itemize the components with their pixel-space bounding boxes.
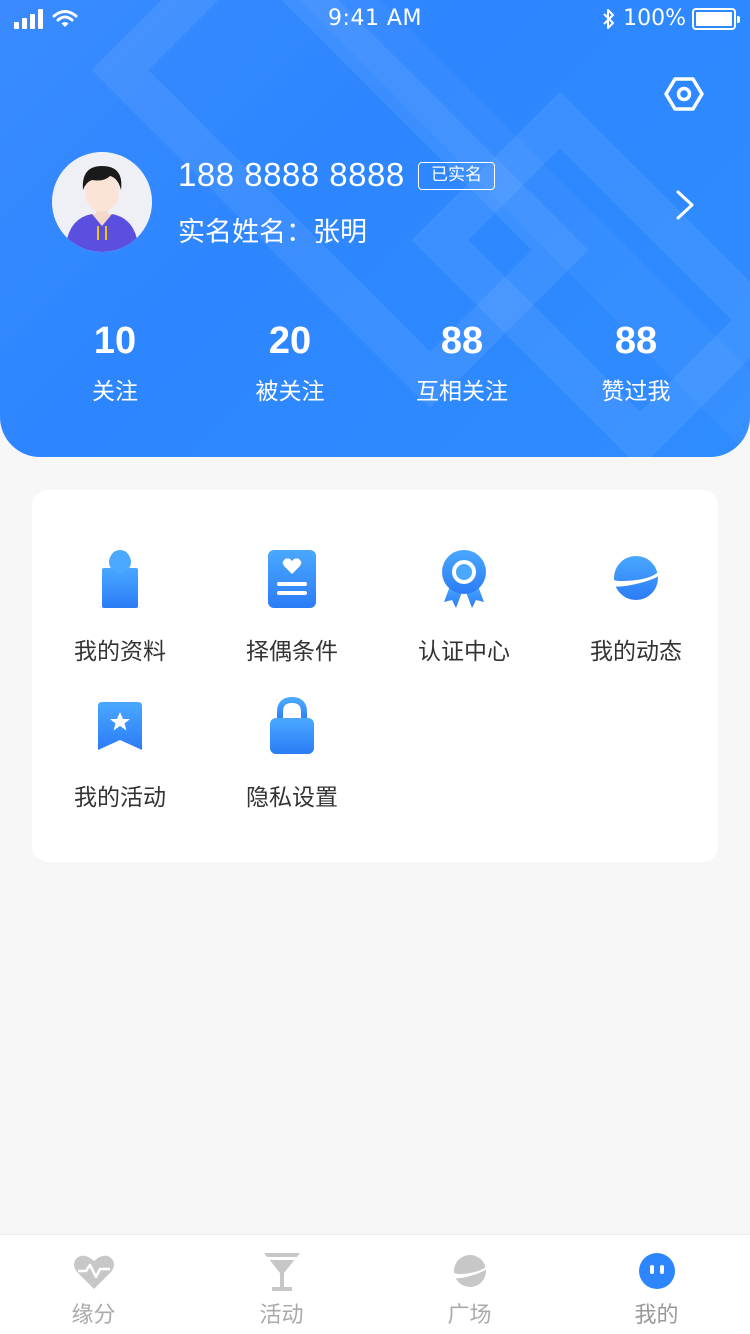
menu-label: 认证中心 — [418, 639, 510, 665]
menu-label: 我的动态 — [590, 639, 682, 665]
face-icon — [638, 1253, 675, 1289]
tab-label: 我的 — [634, 1303, 679, 1328]
tab-mine[interactable]: 我的 — [563, 1235, 750, 1334]
stat-value: 88 — [440, 320, 484, 362]
settings-hexagon-icon[interactable] — [664, 74, 704, 114]
tab-label: 活动 — [259, 1303, 304, 1328]
stat-label: 被关注 — [255, 379, 325, 405]
stat-label: 关注 — [92, 379, 138, 405]
tab-label: 广场 — [447, 1303, 492, 1328]
heart-card-icon — [268, 550, 316, 608]
planet-icon — [608, 556, 665, 600]
menu-privacy-settings[interactable]: 隐私设置 — [206, 692, 378, 822]
menu-label: 隐私设置 — [246, 785, 338, 811]
tab-label: 缘分 — [71, 1303, 116, 1328]
award-badge-icon — [442, 550, 486, 608]
stat-value: 20 — [268, 320, 312, 362]
menu-my-moments[interactable]: 我的动态 — [550, 546, 722, 676]
bluetooth-icon — [603, 8, 615, 29]
avatar[interactable] — [52, 152, 152, 252]
stat-followers[interactable]: 20 被关注 — [215, 318, 365, 406]
menu-label: 我的资料 — [74, 639, 166, 665]
verified-badge: 已实名 — [418, 162, 495, 190]
menu-card: 我的资料 择偶条件 认证中心 我的动态 我的活动 隐私设置 — [32, 490, 718, 862]
stat-mutual[interactable]: 88 互相关注 — [387, 318, 537, 406]
stat-following[interactable]: 10 关注 — [40, 318, 190, 406]
lock-icon — [270, 696, 314, 754]
status-right: 100% — [601, 6, 740, 31]
menu-certification-center[interactable]: 认证中心 — [378, 546, 550, 676]
menu-my-profile[interactable]: 我的资料 — [34, 546, 206, 676]
chevron-right-icon[interactable] — [672, 188, 698, 222]
heartbeat-icon — [73, 1255, 114, 1289]
battery-icon — [692, 7, 740, 30]
tab-activities[interactable]: 活动 — [188, 1235, 375, 1334]
stat-value: 10 — [93, 320, 137, 362]
stats-row: 10 关注 20 被关注 88 互相关注 88 赞过我 — [0, 318, 750, 408]
stat-liked-me[interactable]: 88 赞过我 — [561, 318, 711, 406]
bottom-tab-bar: 缘分 活动 广场 我的 — [0, 1234, 750, 1334]
cocktail-icon — [263, 1253, 300, 1291]
planet-icon — [449, 1255, 490, 1287]
status-bar: 9:41 AM 100% — [0, 0, 750, 40]
tab-fate[interactable]: 缘分 — [0, 1235, 187, 1334]
star-bookmark-icon — [98, 702, 142, 750]
menu-partner-criteria[interactable]: 择偶条件 — [206, 546, 378, 676]
profile-header: 9:41 AM 100% 188 8888 8888 已实名 实名姓名：张明 1… — [0, 0, 750, 457]
menu-my-activities[interactable]: 我的活动 — [34, 692, 206, 822]
tab-square[interactable]: 广场 — [376, 1235, 563, 1334]
avatar-illustration — [52, 152, 152, 252]
stat-value: 88 — [614, 320, 658, 362]
menu-label: 我的活动 — [74, 785, 166, 811]
battery-percent: 100% — [623, 6, 686, 31]
menu-label: 择偶条件 — [246, 639, 338, 665]
stat-label: 赞过我 — [601, 379, 671, 405]
realname-text: 实名姓名：张明 — [178, 217, 367, 248]
person-icon — [102, 550, 138, 608]
stat-label: 互相关注 — [416, 379, 508, 405]
phone-number: 188 8888 8888 — [178, 156, 405, 193]
